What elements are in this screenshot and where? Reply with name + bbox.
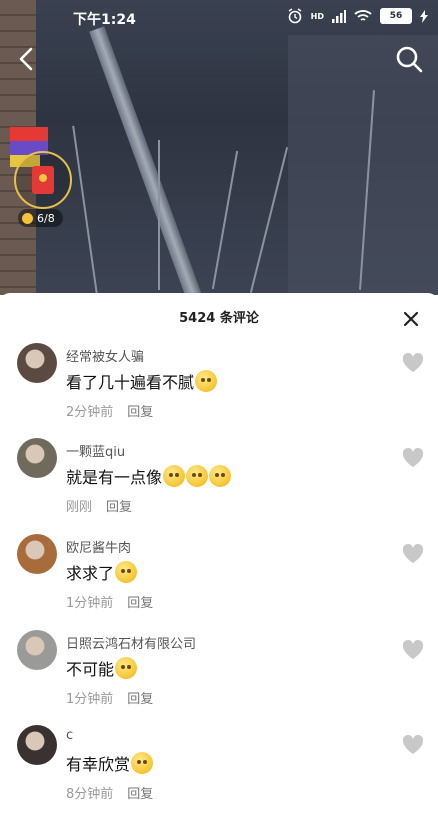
comment-item: 日照云鸿石材有限公司 不可能 1分钟前 回复	[0, 630, 438, 720]
comment-item: c 有幸欣赏 8分钟前 回复	[0, 725, 438, 815]
video-rod	[158, 140, 160, 290]
back-icon[interactable]	[12, 44, 42, 74]
comment-text: 求求了	[66, 560, 138, 584]
comment-meta: 2分钟前 回复	[66, 401, 153, 420]
heart-icon[interactable]	[402, 640, 424, 660]
signal-icon	[332, 9, 346, 23]
emoji-icon	[186, 465, 209, 487]
comment-meta: 8分钟前 回复	[66, 783, 153, 802]
reply-button[interactable]: 回复	[127, 405, 153, 420]
search-icon[interactable]	[394, 44, 424, 74]
comments-sheet: 5424 条评论 经常被女人骗 看了几十遍看不腻 2分钟前 回复 一颗蓝qiu 就…	[0, 293, 438, 802]
status-time: 下午1:24	[73, 12, 136, 28]
comments-count-title: 5424 条评论	[179, 311, 259, 326]
comment-text-label: 有幸欣赏	[66, 755, 131, 774]
comment-item: 经常被女人骗 看了几十遍看不腻 2分钟前 回复	[0, 343, 438, 433]
reply-button[interactable]: 回复	[127, 787, 153, 802]
comment-username[interactable]: c	[66, 728, 73, 743]
emoji-icon	[209, 465, 232, 487]
battery-icon: 56	[380, 8, 412, 24]
comment-item: 欧尼酱牛肉 求求了 1分钟前 回复	[0, 534, 438, 624]
comment-time: 8分钟前	[66, 787, 114, 802]
reply-button[interactable]: 回复	[127, 596, 153, 611]
comment-meta: 1分钟前 回复	[66, 592, 153, 611]
alarm-icon	[288, 8, 302, 24]
avatar[interactable]	[17, 534, 57, 574]
video-rod	[72, 125, 98, 295]
avatar[interactable]	[17, 438, 57, 478]
charging-icon	[420, 9, 428, 23]
reply-button[interactable]: 回复	[127, 692, 153, 707]
avatar[interactable]	[17, 630, 57, 670]
emoji-icon	[115, 561, 138, 583]
red-packet-button[interactable]	[14, 151, 72, 209]
video-player[interactable]	[0, 0, 438, 295]
coin-counter: 6/8	[18, 209, 63, 227]
emoji-icon	[115, 657, 138, 679]
video-rod	[249, 146, 289, 294]
status-icons: HD 56	[287, 8, 428, 24]
video-pole	[89, 26, 207, 295]
comment-text: 看了几十遍看不腻	[66, 369, 218, 393]
wifi-icon	[354, 10, 372, 21]
comment-meta: 1分钟前 回复	[66, 688, 153, 707]
avatar[interactable]	[17, 343, 57, 383]
comment-time: 刚刚	[66, 500, 93, 515]
comment-text-label: 不可能	[66, 660, 115, 679]
emoji-icon	[131, 752, 154, 774]
heart-icon[interactable]	[402, 448, 424, 468]
comment-text-label: 看了几十遍看不腻	[66, 373, 195, 392]
coin-count: 6/8	[37, 211, 55, 225]
comment-time: 1分钟前	[66, 692, 114, 707]
comment-text: 就是有一点像	[66, 464, 232, 488]
heart-icon[interactable]	[402, 353, 424, 373]
comment-item: 一颗蓝qiu 就是有一点像 刚刚 回复	[0, 438, 438, 528]
comment-username[interactable]: 日照云鸿石材有限公司	[66, 633, 196, 652]
comment-username[interactable]: 一颗蓝qiu	[66, 441, 125, 460]
video-rod	[211, 150, 239, 290]
comment-meta: 刚刚 回复	[66, 496, 132, 515]
coin-icon	[22, 212, 33, 224]
status-bar: 下午1:24 HD 56	[0, 0, 438, 34]
comment-username[interactable]: 经常被女人骗	[66, 346, 144, 365]
red-envelope-icon	[32, 166, 54, 194]
emoji-icon	[163, 465, 186, 487]
comment-username[interactable]: 欧尼酱牛肉	[66, 537, 131, 556]
comment-text-label: 求求了	[66, 564, 115, 583]
comment-text-label: 就是有一点像	[66, 468, 163, 487]
comment-text: 有幸欣赏	[66, 751, 154, 775]
heart-icon[interactable]	[402, 735, 424, 755]
comment-time: 2分钟前	[66, 405, 114, 420]
heart-icon[interactable]	[402, 544, 424, 564]
signal-label: HD	[310, 11, 324, 21]
reply-button[interactable]: 回复	[106, 500, 132, 515]
close-icon[interactable]	[402, 310, 420, 328]
comment-text: 不可能	[66, 656, 138, 680]
avatar[interactable]	[17, 725, 57, 765]
emoji-icon	[195, 370, 218, 392]
comment-time: 1分钟前	[66, 596, 114, 611]
